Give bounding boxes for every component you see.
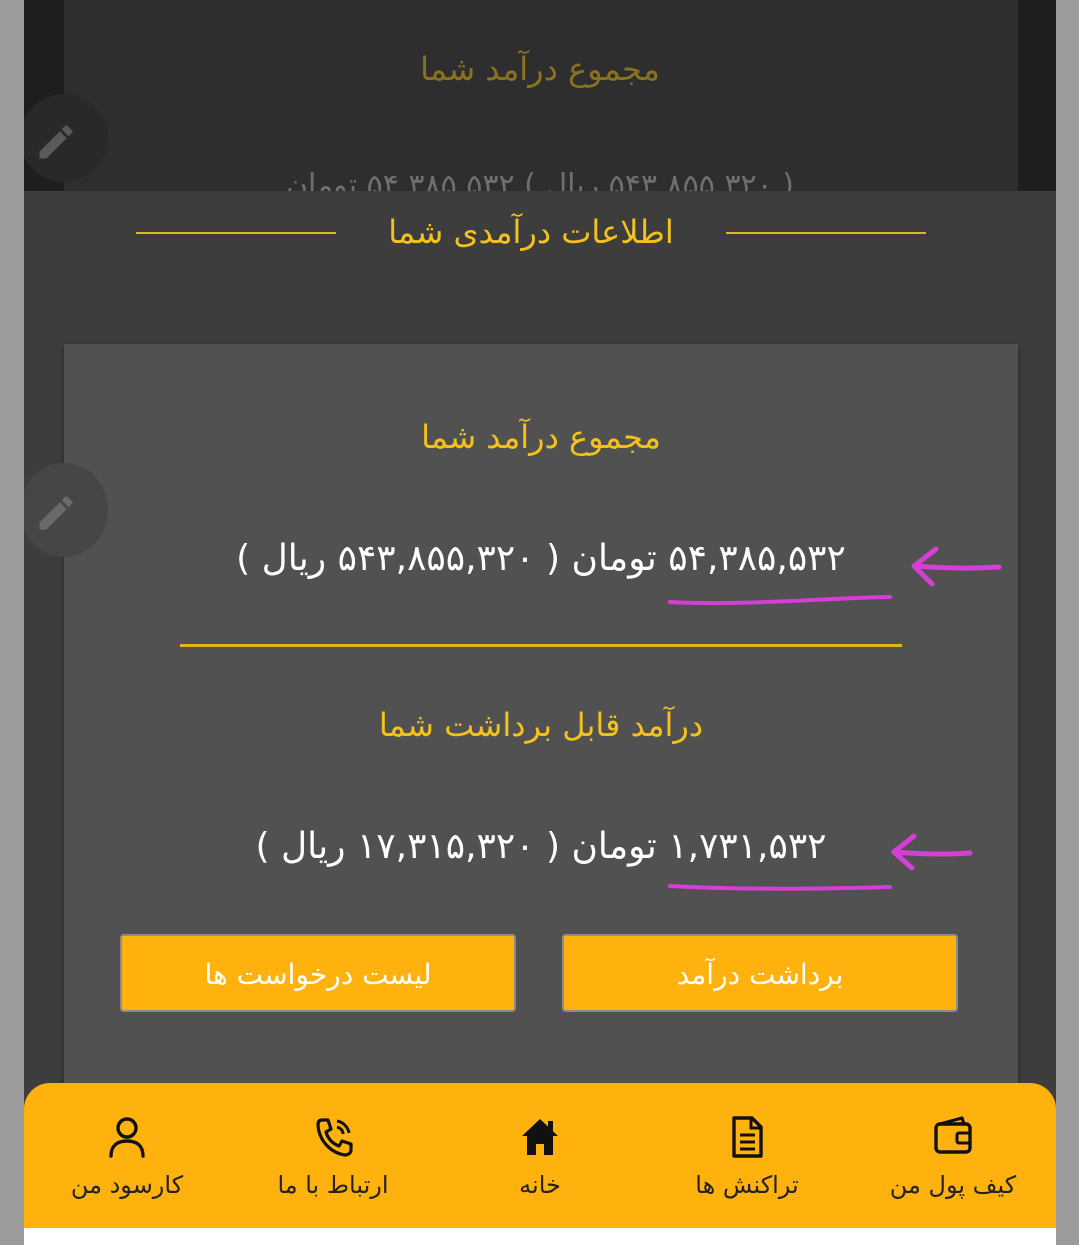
annotation-marks [668, 546, 1002, 891]
nav-label-contact: ارتباط با ما [277, 1171, 389, 1199]
sheet-title: اطلاعات درآمدی شما [388, 213, 674, 251]
header-line-right [726, 232, 926, 234]
edit-button[interactable] [24, 463, 108, 557]
background-total-title: مجموع درآمد شما [420, 50, 660, 88]
app-frame: مجموع درآمد شما ( ۵۴۳,۸۵۵,۳۲۰ ریال ) ۵۴,… [24, 0, 1056, 1245]
income-info-sheet: اطلاعات درآمدی شما مجموع درآمد شما ۵۴,۳۸… [24, 191, 1056, 1234]
nav-label-dashboard: کارسود من [70, 1171, 184, 1199]
wallet-icon [934, 1116, 972, 1154]
header-line-left [136, 232, 336, 234]
nav-item-dashboard[interactable]: کارسود من [24, 1083, 230, 1228]
edit-icon [39, 496, 73, 530]
home-icon [522, 1119, 558, 1155]
withdraw-income-button[interactable]: برداشت درآمد [562, 934, 958, 1012]
annotation-underline-withdrawable [668, 884, 892, 891]
document-icon [732, 1116, 763, 1158]
background-edit-button [24, 94, 108, 182]
nav-item-transactions[interactable]: تراکنش ها [644, 1083, 850, 1228]
nav-label-transactions: تراکنش ها [695, 1171, 799, 1199]
nav-label-home: خانه [519, 1171, 561, 1199]
user-icon [109, 1117, 145, 1158]
annotation-arrow-withdrawable [891, 833, 973, 871]
nav-item-wallet[interactable]: کیف پول من [850, 1083, 1056, 1228]
screen-bottom-strip [24, 1228, 1056, 1245]
nav-label-wallet: کیف پول من [889, 1171, 1017, 1199]
bottom-navigation: کیف پول من تراکنش ها خانه ارتباط با ما ک… [24, 1083, 1056, 1228]
requests-list-button[interactable]: لیست درخواست ها [120, 934, 516, 1012]
edit-icon [39, 125, 73, 159]
phone-icon [316, 1118, 353, 1157]
annotation-arrow-total [911, 546, 1002, 587]
nav-item-contact[interactable]: ارتباط با ما [230, 1083, 436, 1228]
nav-item-home[interactable]: خانه [437, 1083, 643, 1228]
annotation-underline-total [668, 595, 892, 606]
sheet-header: اطلاعات درآمدی شما [24, 209, 1056, 259]
